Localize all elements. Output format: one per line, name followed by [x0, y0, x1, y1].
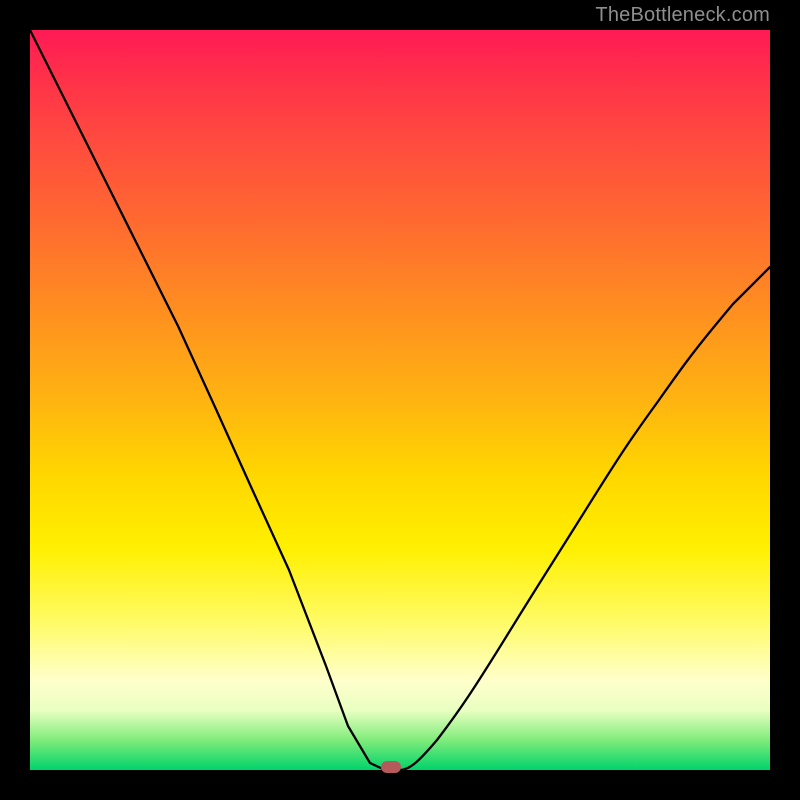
watermark-text: TheBottleneck.com — [595, 4, 770, 27]
chart-frame: TheBottleneck.com — [0, 0, 800, 800]
min-marker — [381, 761, 401, 773]
curve-svg — [30, 30, 770, 770]
bottleneck-curve — [30, 30, 770, 770]
plot-area — [30, 30, 770, 770]
